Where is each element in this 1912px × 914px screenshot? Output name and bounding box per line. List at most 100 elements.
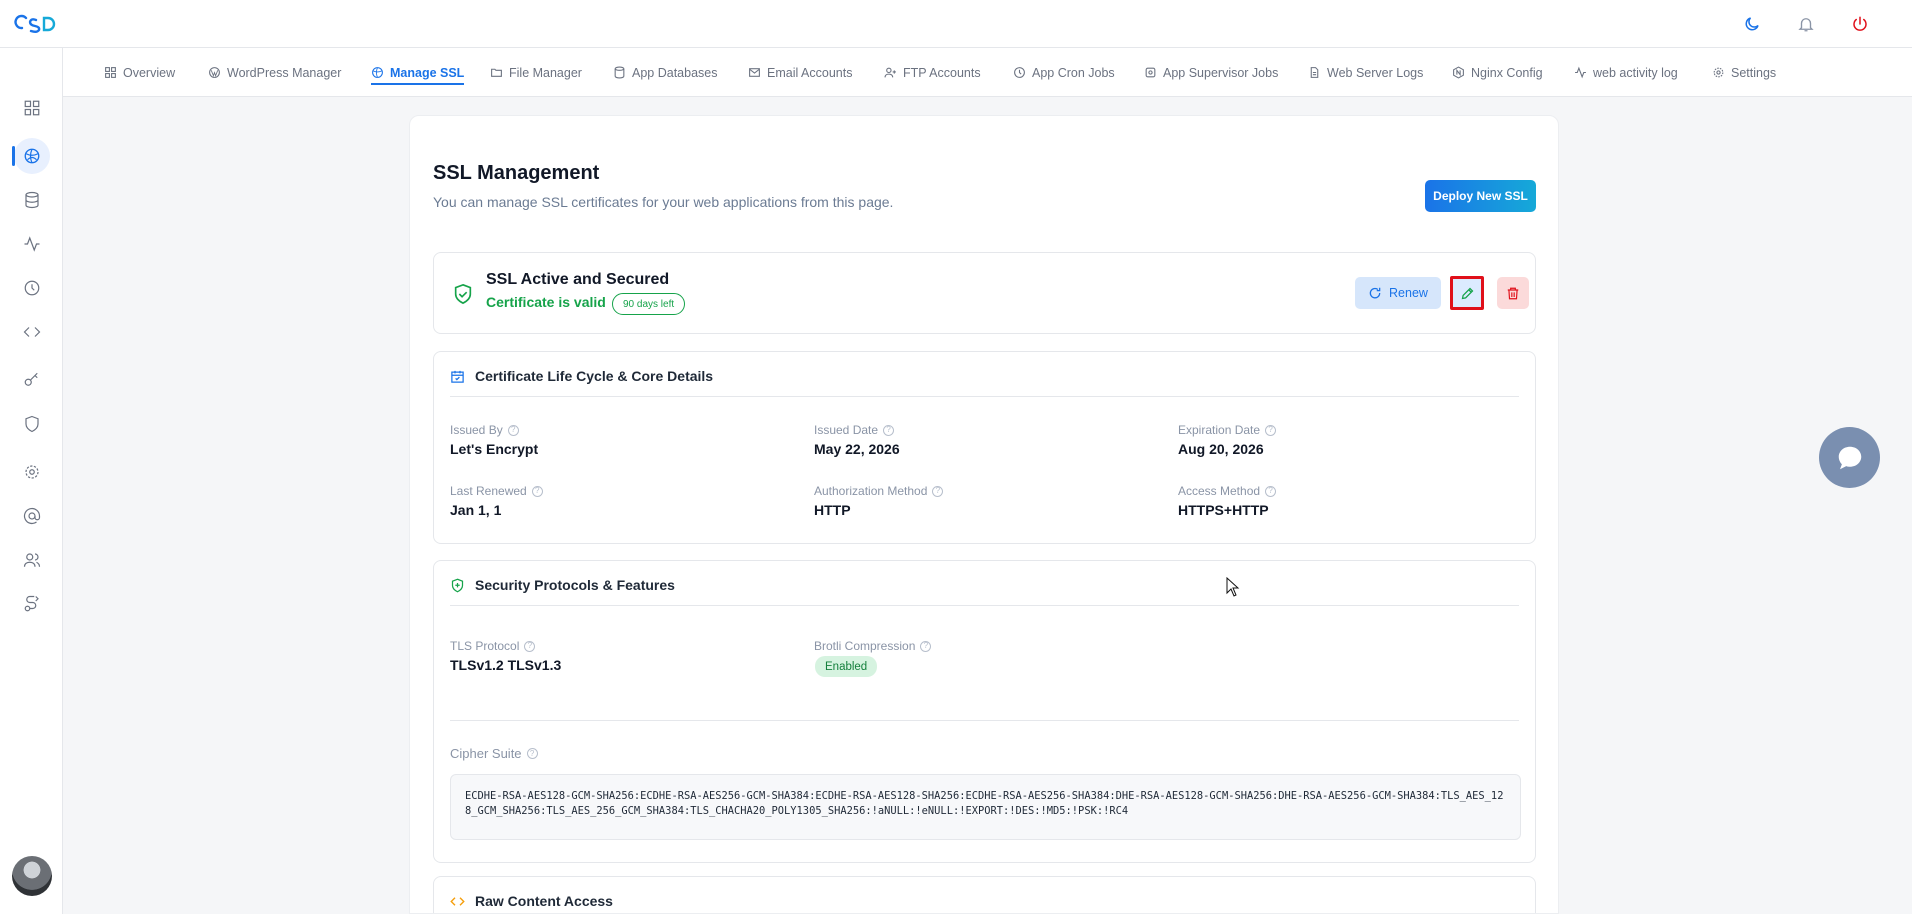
brotli-status-badge: Enabled xyxy=(815,656,878,677)
key-icon xyxy=(24,372,38,386)
dark-mode-icon[interactable] xyxy=(1740,12,1764,36)
issued-by-label: Issued By? xyxy=(450,423,519,437)
tab-wordpress-manager[interactable]: WordPress Manager xyxy=(208,48,341,97)
gear-icon xyxy=(1713,67,1724,78)
authorization-method-label: Authorization Method? xyxy=(814,484,944,498)
help-icon[interactable]: ? xyxy=(507,424,519,436)
sidebar-item-settings[interactable] xyxy=(0,454,63,490)
tab-web-activity-log[interactable]: web activity log xyxy=(1574,48,1678,97)
mail-icon xyxy=(749,68,760,77)
tab-web-server-logs[interactable]: Web Server Logs xyxy=(1308,48,1423,97)
code-icon xyxy=(23,327,40,337)
help-icon[interactable]: ? xyxy=(531,485,543,497)
mouse-cursor-icon xyxy=(1226,577,1240,597)
last-renewed-value: Jan 1, 1 xyxy=(450,502,502,518)
raw-content-card: Raw Content Access xyxy=(433,876,1536,913)
issued-by-value: Let's Encrypt xyxy=(450,441,539,457)
top-bar xyxy=(0,0,1912,48)
route-icon xyxy=(24,595,39,612)
tab-email-accounts[interactable]: Email Accounts xyxy=(748,48,852,97)
lifecycle-heading: Certificate Life Cycle & Core Details xyxy=(450,368,713,384)
ssl-panel: SSL Management You can manage SSL certif… xyxy=(409,115,1559,914)
logo-icon[interactable] xyxy=(14,12,58,36)
tab-file-manager[interactable]: File Manager xyxy=(490,48,582,97)
shield-check-icon xyxy=(454,283,472,305)
renew-label: Renew xyxy=(1389,286,1428,300)
clock-icon xyxy=(1014,67,1025,78)
shield-icon xyxy=(24,415,39,433)
trash-icon xyxy=(1507,287,1519,299)
cipher-suite-value[interactable]: ECDHE-RSA-AES128-GCM-SHA256:ECDHE-RSA-AE… xyxy=(450,774,1521,840)
at-icon xyxy=(23,507,40,525)
tab-manage-ssl[interactable]: Manage SSL xyxy=(371,48,465,97)
activity-icon xyxy=(1575,66,1586,79)
ssl-status-card: SSL Active and Secured Certificate is va… xyxy=(433,252,1536,334)
page-title: SSL Management xyxy=(433,162,600,184)
ssl-status-title: SSL Active and Secured xyxy=(486,271,670,288)
access-method-label: Access Method? xyxy=(1178,484,1277,498)
tab-nginx-config[interactable]: Nginx Config xyxy=(1452,48,1543,97)
chat-widget-button[interactable] xyxy=(1819,427,1880,488)
help-icon[interactable]: ? xyxy=(883,424,895,436)
sidebar-item-security[interactable] xyxy=(0,406,63,442)
file-icon xyxy=(1310,67,1319,78)
clock-icon xyxy=(24,280,39,296)
wordpress-icon xyxy=(209,67,220,78)
lifecycle-card: Certificate Life Cycle & Core Details Is… xyxy=(433,351,1536,544)
issued-date-label: Issued Date? xyxy=(814,423,895,437)
sidebar-item-databases[interactable] xyxy=(0,182,63,218)
tab-app-cron-jobs[interactable]: App Cron Jobs xyxy=(1013,48,1115,97)
certificate-valid-text: Certificate is valid xyxy=(486,294,606,310)
expiration-date-value: Aug 20, 2026 xyxy=(1178,441,1264,457)
tab-ftp-accounts[interactable]: FTP Accounts xyxy=(884,48,981,97)
access-method-value: HTTPS+HTTP xyxy=(1178,502,1269,518)
sidebar xyxy=(0,48,63,914)
tab-settings[interactable]: Settings xyxy=(1712,48,1776,97)
sidebar-item-users[interactable] xyxy=(0,542,63,578)
help-icon[interactable]: ? xyxy=(1265,424,1277,436)
cipher-suite-label: Cipher Suite? xyxy=(450,746,538,761)
tab-overview[interactable]: Overview xyxy=(104,48,175,97)
tab-app-supervisor-jobs[interactable]: App Supervisor Jobs xyxy=(1144,48,1278,97)
delete-button[interactable] xyxy=(1497,277,1529,309)
cog-icon xyxy=(1145,67,1156,78)
tls-protocol-value: TLSv1.2 TLSv1.3 xyxy=(450,657,562,673)
page-subtitle: You can manage SSL certificates for your… xyxy=(433,194,894,210)
sidebar-item-deploy[interactable] xyxy=(0,586,63,622)
globe-icon xyxy=(372,67,383,78)
activity-icon xyxy=(24,236,39,252)
help-icon[interactable]: ? xyxy=(932,485,944,497)
sidebar-item-code[interactable] xyxy=(0,314,63,350)
grid-icon xyxy=(105,67,116,78)
sidebar-item-web-apps[interactable] xyxy=(0,138,63,174)
database-icon xyxy=(24,191,39,209)
bell-icon[interactable] xyxy=(1794,12,1818,36)
avatar[interactable] xyxy=(12,856,52,896)
shield-plus-icon xyxy=(451,578,464,592)
help-icon[interactable]: ? xyxy=(1265,485,1277,497)
sidebar-item-dashboard[interactable] xyxy=(0,90,63,126)
gear-icon xyxy=(24,465,39,479)
sidebar-item-cron[interactable] xyxy=(0,270,63,306)
sidebar-item-keys[interactable] xyxy=(0,362,63,398)
issued-date-value: May 22, 2026 xyxy=(814,441,900,457)
edit-button[interactable] xyxy=(1450,276,1484,310)
tls-protocol-label: TLS Protocol? xyxy=(450,639,536,653)
power-icon[interactable] xyxy=(1848,12,1872,36)
sidebar-item-monitoring[interactable] xyxy=(0,226,63,262)
expiration-date-label: Expiration Date? xyxy=(1178,423,1277,437)
users-icon xyxy=(23,553,40,567)
tab-app-databases[interactable]: App Databases xyxy=(613,48,717,97)
divider xyxy=(450,396,1519,397)
deploy-new-ssl-button[interactable]: Deploy New SSL xyxy=(1425,180,1536,212)
renew-button[interactable]: Renew xyxy=(1355,277,1441,309)
code-icon xyxy=(450,896,465,906)
help-icon[interactable]: ? xyxy=(524,640,536,652)
divider xyxy=(450,605,1519,606)
sidebar-item-email[interactable] xyxy=(0,498,63,534)
globe-icon xyxy=(24,148,39,164)
security-heading: Security Protocols & Features xyxy=(450,577,675,593)
help-icon[interactable]: ? xyxy=(526,748,538,759)
help-icon[interactable]: ? xyxy=(920,640,932,652)
user-plus-icon xyxy=(884,67,896,78)
